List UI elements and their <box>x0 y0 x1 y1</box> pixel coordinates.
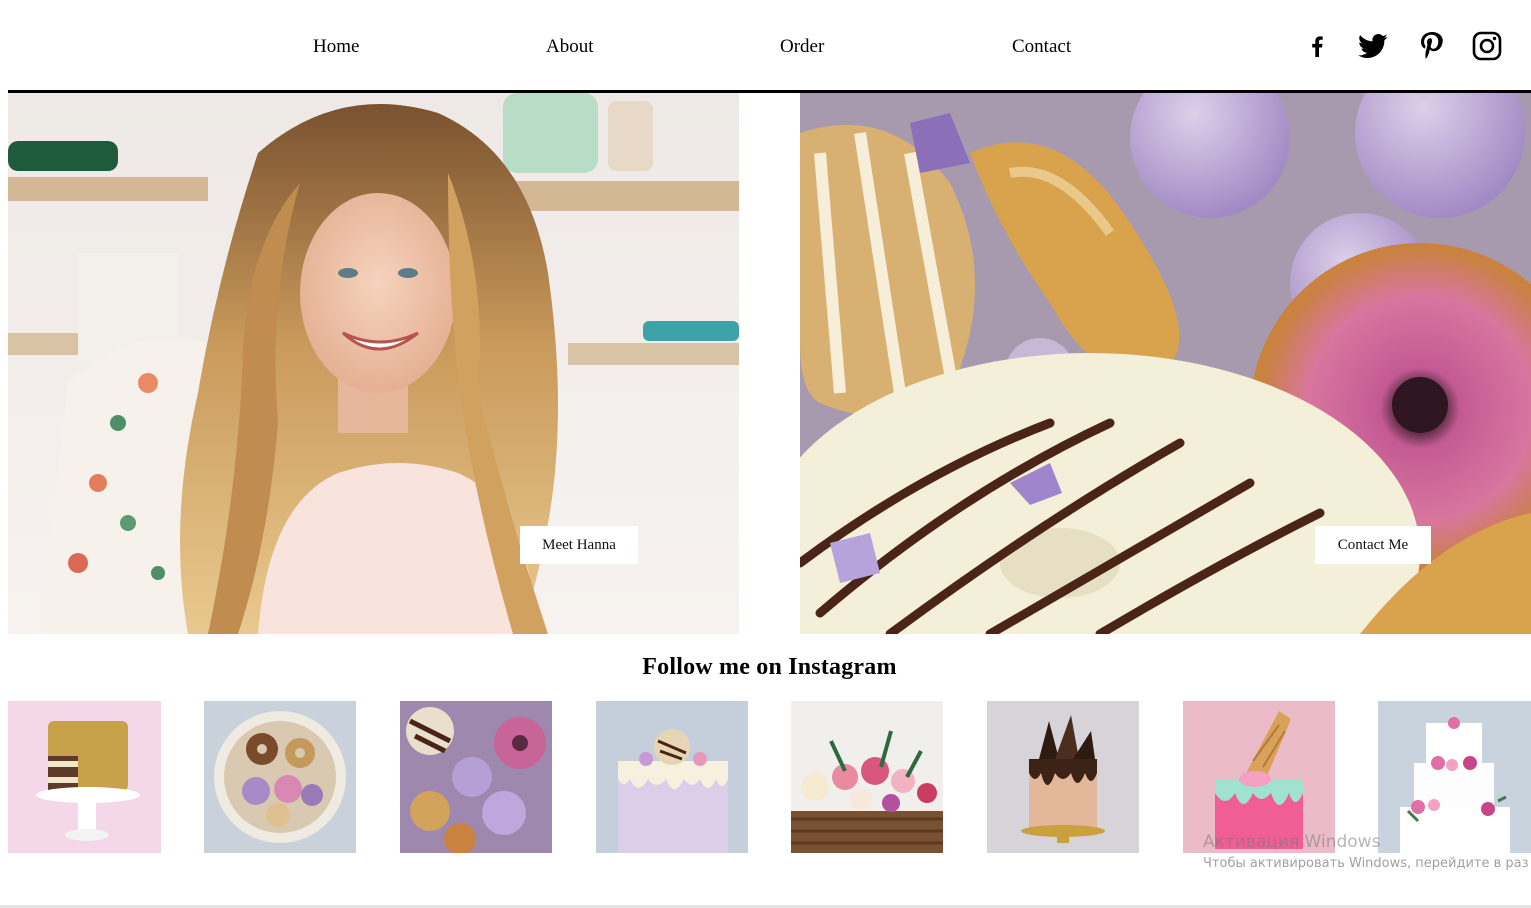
hero-donuts-panel: Contact Me <box>800 93 1531 634</box>
nav-home[interactable]: Home <box>313 36 359 58</box>
instagram-thumbnail[interactable] <box>1378 701 1531 853</box>
instagram-thumbnail[interactable] <box>1183 701 1335 853</box>
floral-tier-cake-image <box>1378 701 1531 853</box>
facebook-icon[interactable] <box>1302 31 1332 61</box>
instagram-icon[interactable] <box>1472 31 1502 61</box>
naked-cake-image <box>8 701 161 853</box>
flower-basket-image <box>791 701 943 853</box>
pinterest-icon[interactable] <box>1417 31 1447 61</box>
top-navigation: Home About Order Contact <box>0 0 1531 92</box>
instagram-thumbnail[interactable] <box>596 701 748 853</box>
nav-contact[interactable]: Contact <box>1012 36 1071 58</box>
meet-hanna-button[interactable]: Meet Hanna <box>520 526 638 564</box>
ice-cream-cone-cake-image <box>1183 701 1335 853</box>
hero-portrait-panel: Meet Hanna <box>8 93 739 634</box>
windows-activation-title: Активация Windows <box>1203 832 1381 852</box>
donuts-meringues-image <box>400 701 552 853</box>
instagram-thumbnail[interactable] <box>204 701 356 853</box>
instagram-thumbnail[interactable] <box>987 701 1139 853</box>
instagram-thumbnail[interactable] <box>8 701 161 853</box>
twitter-icon[interactable] <box>1358 31 1388 61</box>
windows-activation-hint: Чтобы активировать Windows, перейдите в … <box>1203 856 1529 871</box>
instagram-section-title: Follow me on Instagram <box>642 654 897 680</box>
drip-cake-image <box>596 701 748 853</box>
instagram-thumbnail[interactable] <box>791 701 943 853</box>
chocolate-shard-cake-image <box>987 701 1139 853</box>
instagram-thumbnail[interactable] <box>400 701 552 853</box>
donut-platter-image <box>204 701 356 853</box>
nav-order[interactable]: Order <box>780 36 824 58</box>
nav-about[interactable]: About <box>546 36 594 58</box>
contact-me-button[interactable]: Contact Me <box>1315 526 1431 564</box>
